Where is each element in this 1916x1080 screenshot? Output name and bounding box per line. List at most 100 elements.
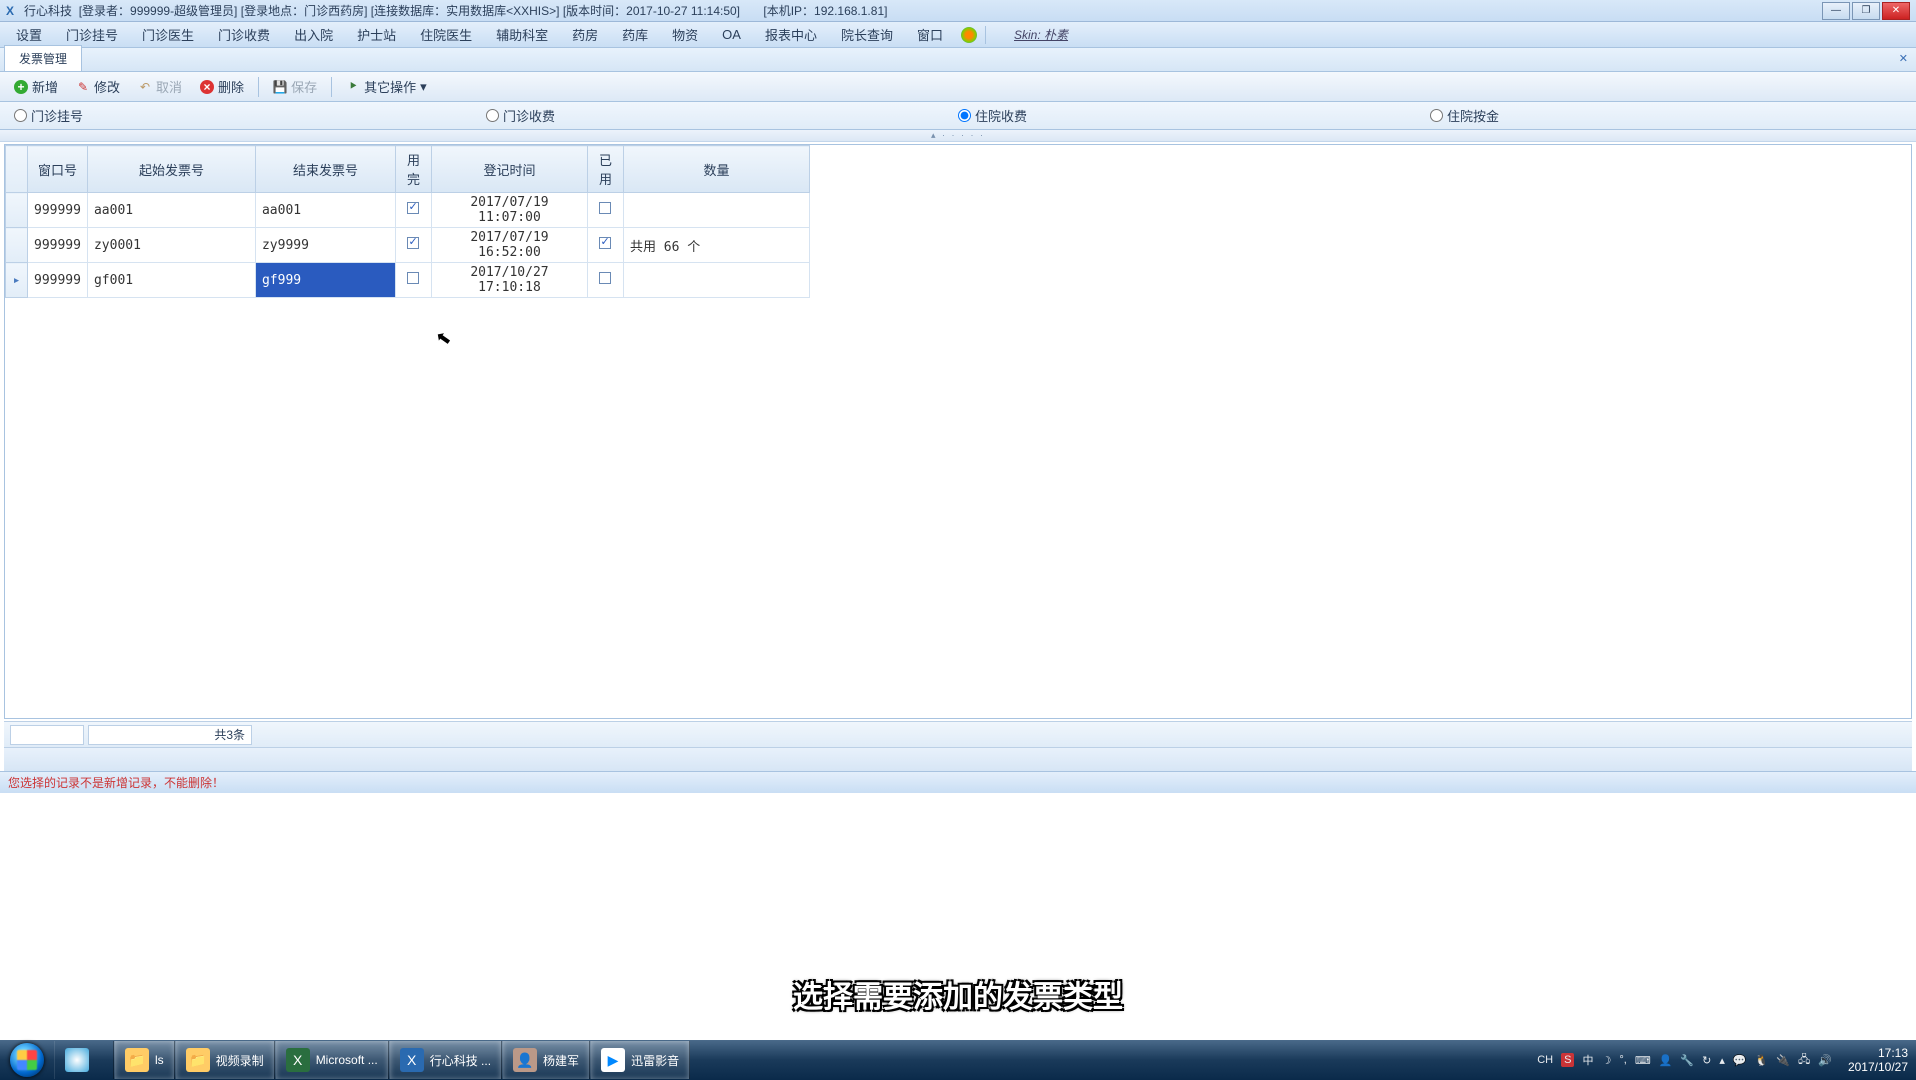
cell-done[interactable] bbox=[395, 228, 431, 263]
tray-user-icon[interactable]: 👤 bbox=[1659, 1054, 1673, 1067]
radio-outpatient-fee[interactable]: 门诊收费 bbox=[486, 106, 958, 125]
menu-admission[interactable]: 出入院 bbox=[284, 23, 343, 46]
col-reg-time[interactable]: 登记时间 bbox=[431, 146, 587, 193]
cell-qty[interactable]: 共用 66 个 bbox=[623, 228, 809, 263]
menu-outpatient-register[interactable]: 门诊挂号 bbox=[56, 23, 128, 46]
tray-lang-icon[interactable]: 中 bbox=[1582, 1052, 1593, 1068]
cell-window[interactable]: 999999 bbox=[28, 228, 88, 263]
tray-usb-icon[interactable]: 🔌 bbox=[1776, 1054, 1790, 1067]
col-start-invoice[interactable]: 起始发票号 bbox=[87, 146, 255, 193]
cell-start[interactable]: zy0001 bbox=[87, 228, 255, 263]
cell-start[interactable]: aa001 bbox=[87, 193, 255, 228]
taskbar-browser[interactable] bbox=[54, 1041, 114, 1079]
taskbar-label: 行心科技 ... bbox=[430, 1052, 491, 1069]
taskbar-folder-ls[interactable]: 📁ls bbox=[114, 1041, 175, 1079]
skin-link[interactable]: Skin: 朴素 bbox=[1014, 26, 1068, 43]
table-row[interactable]: 999999aa001aa0012017/07/19 11:07:00 bbox=[6, 193, 810, 228]
table-row[interactable]: ▸999999gf001gf9992017/10/27 17:10:18 bbox=[6, 263, 810, 298]
add-button[interactable]: +新增 bbox=[6, 74, 66, 99]
minimize-button[interactable]: — bbox=[1822, 2, 1850, 20]
checkbox-icon[interactable] bbox=[407, 272, 419, 284]
cell-done[interactable] bbox=[395, 263, 431, 298]
menu-nurse[interactable]: 护士站 bbox=[347, 23, 406, 46]
cell-start[interactable]: gf001 bbox=[87, 263, 255, 298]
col-done[interactable]: 用完 bbox=[395, 146, 431, 193]
cell-end[interactable]: aa001 bbox=[255, 193, 395, 228]
taskbar-folder-record[interactable]: 📁视频录制 bbox=[175, 1041, 275, 1079]
menu-director-query[interactable]: 院长查询 bbox=[831, 23, 903, 46]
cell-window[interactable]: 999999 bbox=[28, 193, 88, 228]
taskbar-excel[interactable]: XMicrosoft ... bbox=[275, 1041, 389, 1079]
menu-report[interactable]: 报表中心 bbox=[755, 23, 827, 46]
col-used[interactable]: 已用 bbox=[587, 146, 623, 193]
tray-sound-icon[interactable]: 🔊 bbox=[1818, 1054, 1832, 1067]
tray-moon-icon[interactable]: ☽ bbox=[1601, 1054, 1611, 1067]
taskbar-clock[interactable]: 17:13 2017/10/27 bbox=[1840, 1046, 1916, 1075]
title-bar: X 行心科技 [登录者：999999-超级管理员] [登录地点：门诊西药房] [… bbox=[0, 0, 1916, 22]
collapse-handle[interactable]: ▴ · · · · · bbox=[0, 130, 1916, 142]
table-row[interactable]: 999999zy0001zy9999 2017/07/19 16:52:00 共用 … bbox=[6, 228, 810, 263]
tab-invoice-manage[interactable]: 发票管理 bbox=[4, 45, 82, 71]
radio-outpatient-register[interactable]: 门诊挂号 bbox=[14, 106, 486, 125]
menu-outpatient-doctor[interactable]: 门诊医生 bbox=[132, 23, 204, 46]
tray-sogou-icon[interactable]: S bbox=[1561, 1053, 1574, 1067]
menu-outpatient-fee[interactable]: 门诊收费 bbox=[208, 23, 280, 46]
folder-icon: 📁 bbox=[125, 1048, 149, 1072]
tray-punct-icon[interactable]: °, bbox=[1619, 1054, 1626, 1066]
cell-end[interactable]: zy9999 bbox=[255, 228, 395, 263]
cell-time[interactable]: 2017/07/19 11:07:00 bbox=[431, 193, 587, 228]
menu-material[interactable]: 物资 bbox=[662, 23, 708, 46]
invoice-grid-wrap: 窗口号 起始发票号 结束发票号 用完 登记时间 已用 数量 999999aa00… bbox=[4, 144, 1912, 719]
start-button[interactable] bbox=[0, 1040, 54, 1080]
maximize-button[interactable]: ❐ bbox=[1852, 2, 1880, 20]
menu-inpatient-doctor[interactable]: 住院医生 bbox=[410, 23, 482, 46]
radio-inpatient-fee[interactable]: 住院收费 bbox=[958, 106, 1430, 125]
cell-used[interactable] bbox=[587, 228, 623, 263]
checkbox-icon[interactable] bbox=[599, 237, 611, 249]
tab-close-icon[interactable]: ✕ bbox=[1899, 52, 1908, 65]
taskbar-thunder[interactable]: ▶迅雷影音 bbox=[590, 1041, 690, 1079]
radio-inpatient-deposit[interactable]: 住院按金 bbox=[1430, 106, 1902, 125]
menu-window[interactable]: 窗口 bbox=[907, 23, 953, 46]
tray-keyboard-icon[interactable]: ⌨ bbox=[1635, 1054, 1651, 1067]
checkbox-icon[interactable] bbox=[407, 237, 419, 249]
page-input[interactable] bbox=[10, 725, 84, 745]
checkbox-icon[interactable] bbox=[407, 202, 419, 214]
tray-refresh-icon[interactable]: ↻ bbox=[1702, 1054, 1711, 1067]
checkbox-icon[interactable] bbox=[599, 202, 611, 214]
cell-end[interactable]: gf999 bbox=[255, 263, 395, 298]
excel-icon: X bbox=[286, 1048, 310, 1072]
col-window[interactable]: 窗口号 bbox=[28, 146, 88, 193]
menu-settings[interactable]: 设置 bbox=[6, 23, 52, 46]
menu-aux-dept[interactable]: 辅助科室 bbox=[486, 23, 558, 46]
col-qty[interactable]: 数量 bbox=[623, 146, 809, 193]
cell-qty[interactable] bbox=[623, 263, 809, 298]
checkbox-icon[interactable] bbox=[599, 272, 611, 284]
tray-wechat-icon[interactable]: 💬 bbox=[1733, 1054, 1747, 1067]
tray-network-icon[interactable]: 🖧 bbox=[1798, 1051, 1810, 1070]
theme-palette-icon[interactable] bbox=[961, 27, 977, 43]
tray-ime[interactable]: CH bbox=[1537, 1054, 1553, 1066]
menu-pharmacy[interactable]: 药房 bbox=[562, 23, 608, 46]
menu-oa[interactable]: OA bbox=[712, 25, 751, 44]
tray-expand-icon[interactable]: ▴ bbox=[1719, 1054, 1725, 1067]
col-end-invoice[interactable]: 结束发票号 bbox=[255, 146, 395, 193]
edit-button[interactable]: ✎修改 bbox=[68, 74, 128, 99]
cell-used[interactable] bbox=[587, 193, 623, 228]
cell-done[interactable] bbox=[395, 193, 431, 228]
cell-qty[interactable] bbox=[623, 193, 809, 228]
tray-qq-icon[interactable]: 🐧 bbox=[1755, 1054, 1769, 1067]
taskbar-contact[interactable]: 👤杨建军 bbox=[502, 1041, 590, 1079]
menu-druglib[interactable]: 药库 bbox=[612, 23, 658, 46]
cell-window[interactable]: 999999 bbox=[28, 263, 88, 298]
taskbar-app[interactable]: X行心科技 ... bbox=[389, 1041, 502, 1079]
more-actions-button[interactable]: ⯈其它操作 ▾ bbox=[338, 74, 435, 99]
tray-wrench-icon[interactable]: 🔧 bbox=[1680, 1054, 1694, 1067]
cell-used[interactable] bbox=[587, 263, 623, 298]
taskbar-label: 迅雷影音 bbox=[631, 1052, 679, 1069]
delete-button[interactable]: ×删除 bbox=[192, 74, 252, 99]
app-logo-icon: X bbox=[6, 4, 20, 18]
cell-time[interactable]: 2017/07/19 16:52:00 bbox=[431, 228, 587, 263]
close-button[interactable]: ✕ bbox=[1882, 2, 1910, 20]
cell-time[interactable]: 2017/10/27 17:10:18 bbox=[431, 263, 587, 298]
